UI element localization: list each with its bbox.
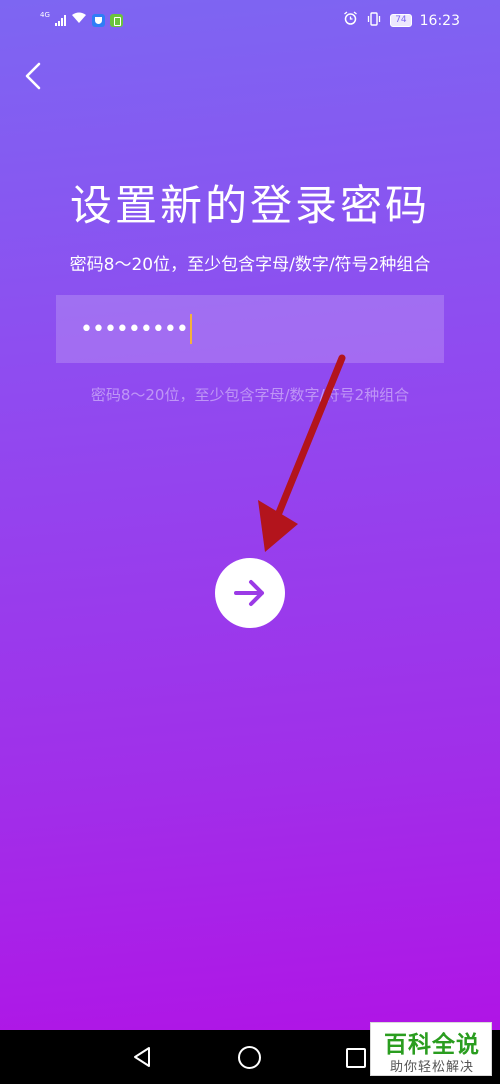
watermark-logo: 百科全说 助你轻松解决 (370, 1022, 492, 1076)
chevron-left-icon (25, 62, 41, 90)
notification-app-icon (109, 13, 123, 27)
status-bar: 4G 74 16:23 (0, 0, 500, 38)
arrow-right-icon (234, 580, 264, 606)
network-type-label: 4G (40, 11, 50, 19)
status-left: 4G (40, 11, 123, 28)
page-title: 设置新的登录密码 (69, 181, 430, 230)
watermark-subtitle: 助你轻松解决 (389, 1060, 474, 1075)
alarm-icon (343, 11, 358, 30)
password-input[interactable]: ••••••••• (56, 295, 444, 363)
next-button[interactable] (215, 558, 285, 628)
annotation-arrow-icon (258, 354, 346, 552)
clock-time: 16:23 (419, 12, 460, 29)
wifi-icon (71, 12, 87, 28)
nav-recent-apps-button[interactable] (346, 1048, 366, 1068)
shield-app-icon (91, 13, 105, 27)
back-button[interactable] (20, 62, 46, 90)
text-cursor (189, 314, 192, 344)
nav-back-button[interactable] (132, 1046, 152, 1072)
signal-icon (54, 14, 66, 26)
triangle-back-icon (134, 1047, 150, 1067)
vibrate-icon (366, 11, 382, 30)
app-screen: 4G 74 16:23 设置新的登录密码 密码8～20位，至少包含字母/数字/符… (0, 0, 500, 1030)
nav-home-button[interactable] (238, 1046, 261, 1069)
watermark-title: 百科全说 (384, 1032, 480, 1058)
password-hint: 密码8～20位，至少包含字母/数字/符号2种组合 (90, 386, 410, 404)
password-input-value: ••••••••• (80, 316, 189, 342)
battery-level: 74 (390, 14, 412, 27)
password-rule-subtitle: 密码8～20位，至少包含字母/数字/符号2种组合 (69, 255, 431, 275)
status-right: 74 16:23 (343, 11, 460, 30)
